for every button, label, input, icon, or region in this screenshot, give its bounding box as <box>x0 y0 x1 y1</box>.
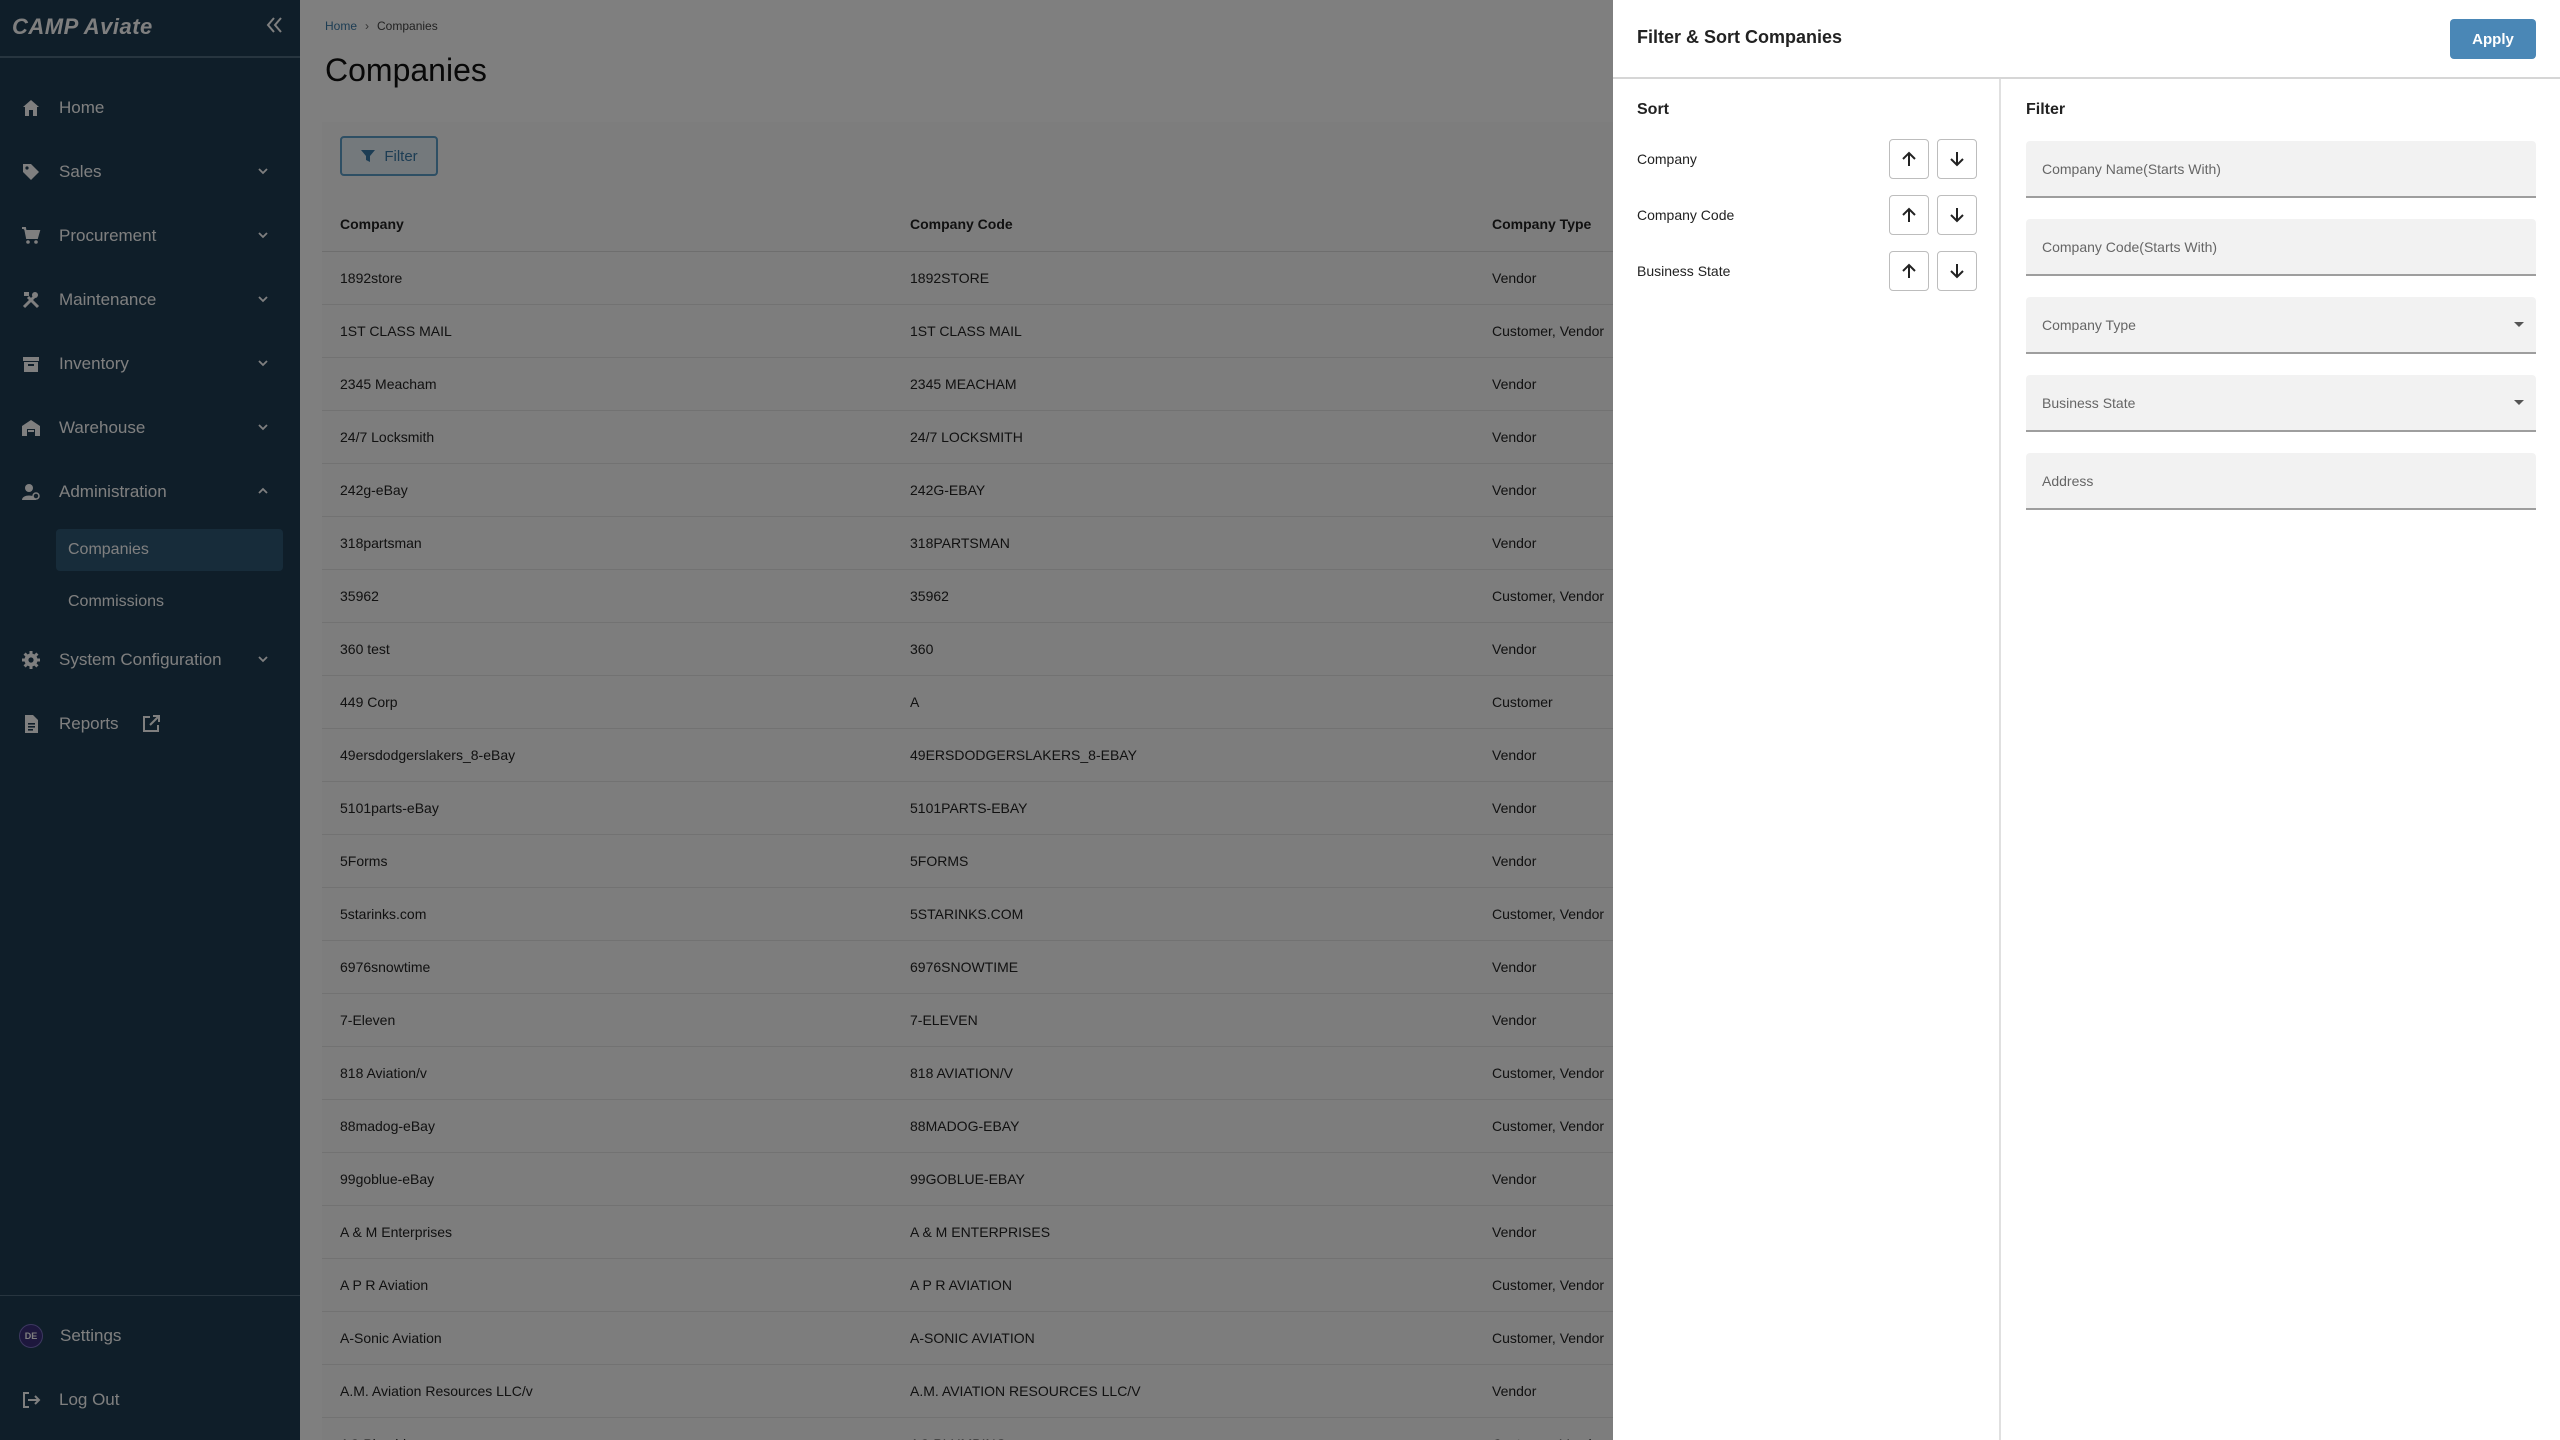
filter-section: Filter Company Type Business State <box>2002 79 2560 1440</box>
sort-row-company: Company <box>1637 139 1977 179</box>
sort-ascending-button[interactable] <box>1889 139 1929 179</box>
sort-field-label: Company <box>1637 151 1697 167</box>
arrow-up-icon <box>1902 263 1916 278</box>
modal-backdrop[interactable] <box>0 0 1613 1440</box>
drawer-header: Filter & Sort Companies Apply <box>1613 0 2560 79</box>
arrow-up-icon <box>1902 151 1916 166</box>
arrow-down-icon <box>1950 264 1964 279</box>
address-input[interactable] <box>2042 472 2536 489</box>
company-name-field[interactable] <box>2026 141 2536 198</box>
company-name-input[interactable] <box>2042 160 2536 177</box>
arrow-down-icon <box>1950 152 1964 167</box>
sort-ascending-button[interactable] <box>1889 195 1929 235</box>
sort-row-business-state: Business State <box>1637 251 1977 291</box>
filter-sort-drawer: Filter & Sort Companies Apply Sort Compa… <box>1613 0 2560 1440</box>
sort-row-company-code: Company Code <box>1637 195 1977 235</box>
company-code-input[interactable] <box>2042 238 2536 255</box>
company-type-select[interactable]: Company Type <box>2026 297 2536 354</box>
apply-button[interactable]: Apply <box>2450 19 2536 59</box>
sort-heading: Sort <box>1637 101 1669 118</box>
sort-descending-button[interactable] <box>1937 251 1977 291</box>
dropdown-caret-icon <box>2514 322 2524 327</box>
business-state-select[interactable]: Business State <box>2026 375 2536 432</box>
business-state-label: Business State <box>2042 394 2136 411</box>
sort-field-label: Business State <box>1637 263 1731 279</box>
company-code-field[interactable] <box>2026 219 2536 276</box>
sort-ascending-button[interactable] <box>1889 251 1929 291</box>
arrow-up-icon <box>1902 207 1916 222</box>
sort-field-label: Company Code <box>1637 207 1735 223</box>
company-type-label: Company Type <box>2042 316 2136 333</box>
address-field[interactable] <box>2026 453 2536 510</box>
arrow-down-icon <box>1950 208 1964 223</box>
sort-descending-button[interactable] <box>1937 139 1977 179</box>
filter-heading: Filter <box>2026 101 2066 118</box>
drawer-body: Sort Company Company Code Business State… <box>1613 79 2560 1440</box>
dropdown-caret-icon <box>2514 400 2524 405</box>
sort-descending-button[interactable] <box>1937 195 1977 235</box>
sort-section: Sort Company Company Code Business State <box>1613 79 2001 1440</box>
drawer-title: Filter & Sort Companies <box>1637 27 1843 47</box>
